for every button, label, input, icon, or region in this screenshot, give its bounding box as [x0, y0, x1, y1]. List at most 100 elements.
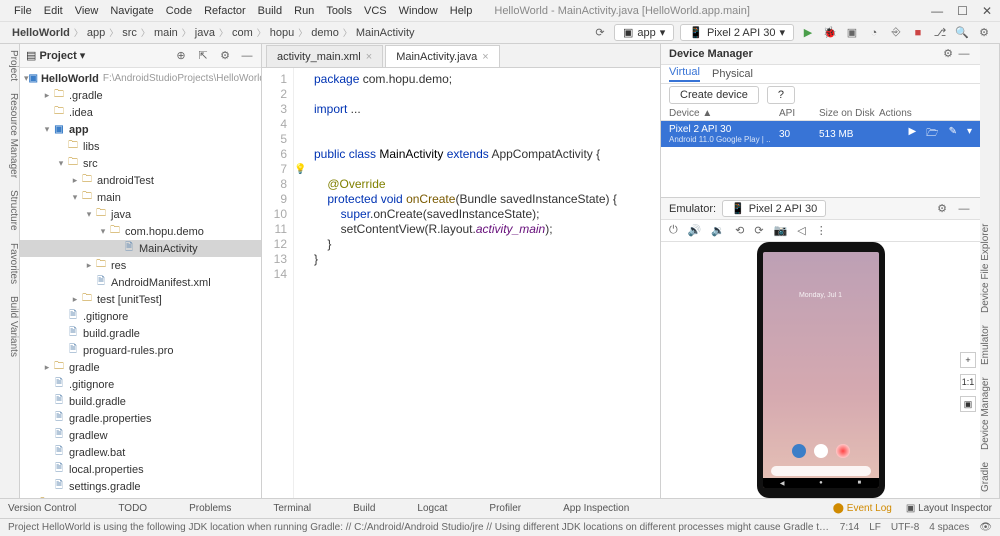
- stop-button[interactable]: ■: [910, 25, 926, 41]
- tool-tab-terminal[interactable]: Terminal: [273, 503, 311, 514]
- settings-icon[interactable]: ⚙: [217, 48, 233, 64]
- tree-node[interactable]: 🗎.gitignore: [20, 376, 261, 393]
- tree-node[interactable]: 🗎.gitignore: [20, 308, 261, 325]
- tree-node[interactable]: ▾🗀com.hopu.demo: [20, 223, 261, 240]
- tool-tab-device-manager[interactable]: Device Manager: [980, 377, 999, 450]
- editor-tab[interactable]: MainActivity.java×: [385, 45, 500, 67]
- debug-button[interactable]: 🐞: [822, 25, 838, 41]
- app-chrome-icon[interactable]: [836, 444, 850, 458]
- tool-tab-todo[interactable]: TODO: [118, 503, 147, 514]
- menu-build[interactable]: Build: [252, 5, 288, 17]
- tree-node[interactable]: 🗎proguard-rules.pro: [20, 342, 261, 359]
- breadcrumb[interactable]: MainActivity: [352, 27, 419, 39]
- tree-node[interactable]: 🗎local.properties: [20, 461, 261, 478]
- screenshot-icon[interactable]: 📷: [774, 224, 788, 237]
- select-opened-file-icon[interactable]: ⊕: [173, 48, 189, 64]
- attach-button[interactable]: ⎆: [888, 25, 904, 41]
- tool-tab-logcat[interactable]: Logcat: [417, 503, 447, 514]
- tool-tab-build[interactable]: Build: [353, 503, 375, 514]
- search-icon[interactable]: 🔍: [954, 25, 970, 41]
- zoom-fit-button[interactable]: ▣: [960, 396, 976, 412]
- tool-tab-emulator[interactable]: Emulator: [980, 325, 999, 365]
- tree-node[interactable]: ▸🗀test [unitTest]: [20, 291, 261, 308]
- project-view-selector[interactable]: ▤ Project ▾: [26, 49, 85, 62]
- app-play-icon[interactable]: [814, 444, 828, 458]
- event-log-tab[interactable]: ⬤ Event Log: [833, 503, 892, 514]
- breadcrumb[interactable]: src: [118, 27, 141, 39]
- menu-run[interactable]: Run: [288, 5, 320, 17]
- emulator-device-tab[interactable]: 📱 Pixel 2 API 30: [722, 200, 826, 217]
- menu-code[interactable]: Code: [160, 5, 198, 17]
- launch-icon[interactable]: ▶: [908, 126, 916, 143]
- tool-tab-favorites[interactable]: Favorites: [0, 243, 19, 284]
- minimize-button[interactable]: —: [931, 4, 943, 18]
- breadcrumb[interactable]: main: [150, 27, 182, 39]
- file-encoding[interactable]: UTF-8: [891, 522, 919, 533]
- project-tree[interactable]: ▾▣HelloWorldF:\AndroidStudioProjects\Hel…: [20, 68, 261, 498]
- layout-inspector-tab[interactable]: ▣ Layout Inspector: [906, 503, 992, 514]
- tree-node[interactable]: 🗎build.gradle: [20, 393, 261, 410]
- tree-node[interactable]: ▸🗀res: [20, 257, 261, 274]
- tool-tab-structure[interactable]: Structure: [0, 190, 19, 231]
- caret-position[interactable]: 7:14: [840, 522, 859, 533]
- col-api[interactable]: API: [779, 108, 819, 119]
- breadcrumb[interactable]: java: [191, 27, 219, 39]
- volume-down-icon[interactable]: 🔉: [711, 224, 725, 237]
- chevron-down-icon[interactable]: ▾: [967, 126, 972, 143]
- tree-node[interactable]: ▸🗀androidTest: [20, 172, 261, 189]
- menu-help[interactable]: Help: [444, 5, 479, 17]
- hide-icon[interactable]: —: [239, 48, 255, 64]
- tree-node[interactable]: ▸🗀gradle: [20, 359, 261, 376]
- more-icon[interactable]: ⋮: [816, 224, 827, 237]
- col-device[interactable]: Device ▲: [669, 108, 779, 119]
- editor-tab[interactable]: activity_main.xml×: [266, 45, 383, 67]
- tool-tab-resource-manager[interactable]: Resource Manager: [0, 93, 19, 178]
- git-button[interactable]: ⎇: [932, 25, 948, 41]
- volume-up-icon[interactable]: 🔊: [688, 224, 702, 237]
- tree-node[interactable]: 🗀.idea: [20, 104, 261, 121]
- code-area[interactable]: package com.hopu.demo; import ... public…: [308, 68, 660, 498]
- close-button[interactable]: ✕: [982, 4, 992, 18]
- emulator-device-frame[interactable]: Monday, Jul 1 ◀●■: [757, 242, 885, 498]
- breadcrumb[interactable]: app: [83, 27, 109, 39]
- tree-node[interactable]: ▾🗀main: [20, 189, 261, 206]
- tree-node[interactable]: 🗎gradle.properties: [20, 410, 261, 427]
- tree-node[interactable]: 🗎settings.gradle: [20, 478, 261, 495]
- search-bar[interactable]: [771, 466, 871, 476]
- menu-view[interactable]: View: [69, 5, 105, 17]
- tool-tab-device-file-explorer[interactable]: Device File Explorer: [980, 224, 999, 313]
- tree-node[interactable]: 🗎gradlew: [20, 427, 261, 444]
- settings-icon[interactable]: ⚙: [976, 25, 992, 41]
- tab-physical[interactable]: Physical: [712, 68, 753, 80]
- sync-icon[interactable]: ⟳: [592, 25, 608, 41]
- tool-tab-gradle[interactable]: Gradle: [980, 462, 999, 492]
- app-messages-icon[interactable]: [792, 444, 806, 458]
- coverage-button[interactable]: ▣: [844, 25, 860, 41]
- menu-vcs[interactable]: VCS: [358, 5, 393, 17]
- indent-setting[interactable]: 4 spaces: [929, 522, 969, 533]
- col-size[interactable]: Size on Disk: [819, 108, 879, 119]
- close-icon[interactable]: ×: [366, 51, 372, 63]
- back-icon[interactable]: ◁: [797, 224, 805, 237]
- help-button[interactable]: ?: [767, 86, 795, 104]
- memory-indicator[interactable]: 👁: [979, 522, 992, 533]
- profile-button[interactable]: ◔: [866, 25, 882, 41]
- tree-node[interactable]: 🗀libs: [20, 138, 261, 155]
- tree-node[interactable]: ▾🗀java: [20, 206, 261, 223]
- folder-icon[interactable]: 🗁: [926, 126, 938, 143]
- hide-icon[interactable]: —: [956, 201, 972, 217]
- tree-node[interactable]: 🗎build.gradle: [20, 325, 261, 342]
- menu-tools[interactable]: Tools: [320, 5, 358, 17]
- tool-tab-version-control[interactable]: Version Control: [8, 503, 76, 514]
- breadcrumb[interactable]: HelloWorld: [8, 27, 74, 39]
- menu-edit[interactable]: Edit: [38, 5, 69, 17]
- tree-node[interactable]: 🗎AndroidManifest.xml: [20, 274, 261, 291]
- breadcrumb[interactable]: demo: [307, 27, 343, 39]
- tree-node[interactable]: ▾▣app: [20, 121, 261, 138]
- tree-root[interactable]: ▾▣HelloWorldF:\AndroidStudioProjects\Hel…: [20, 70, 261, 87]
- tab-virtual[interactable]: Virtual: [669, 66, 700, 82]
- tool-tab-project[interactable]: Project: [0, 50, 19, 81]
- device-row[interactable]: Pixel 2 API 30Android 11.0 Google Play |…: [661, 121, 980, 147]
- create-device-button[interactable]: Create device: [669, 86, 759, 104]
- collapse-all-icon[interactable]: ⇱: [195, 48, 211, 64]
